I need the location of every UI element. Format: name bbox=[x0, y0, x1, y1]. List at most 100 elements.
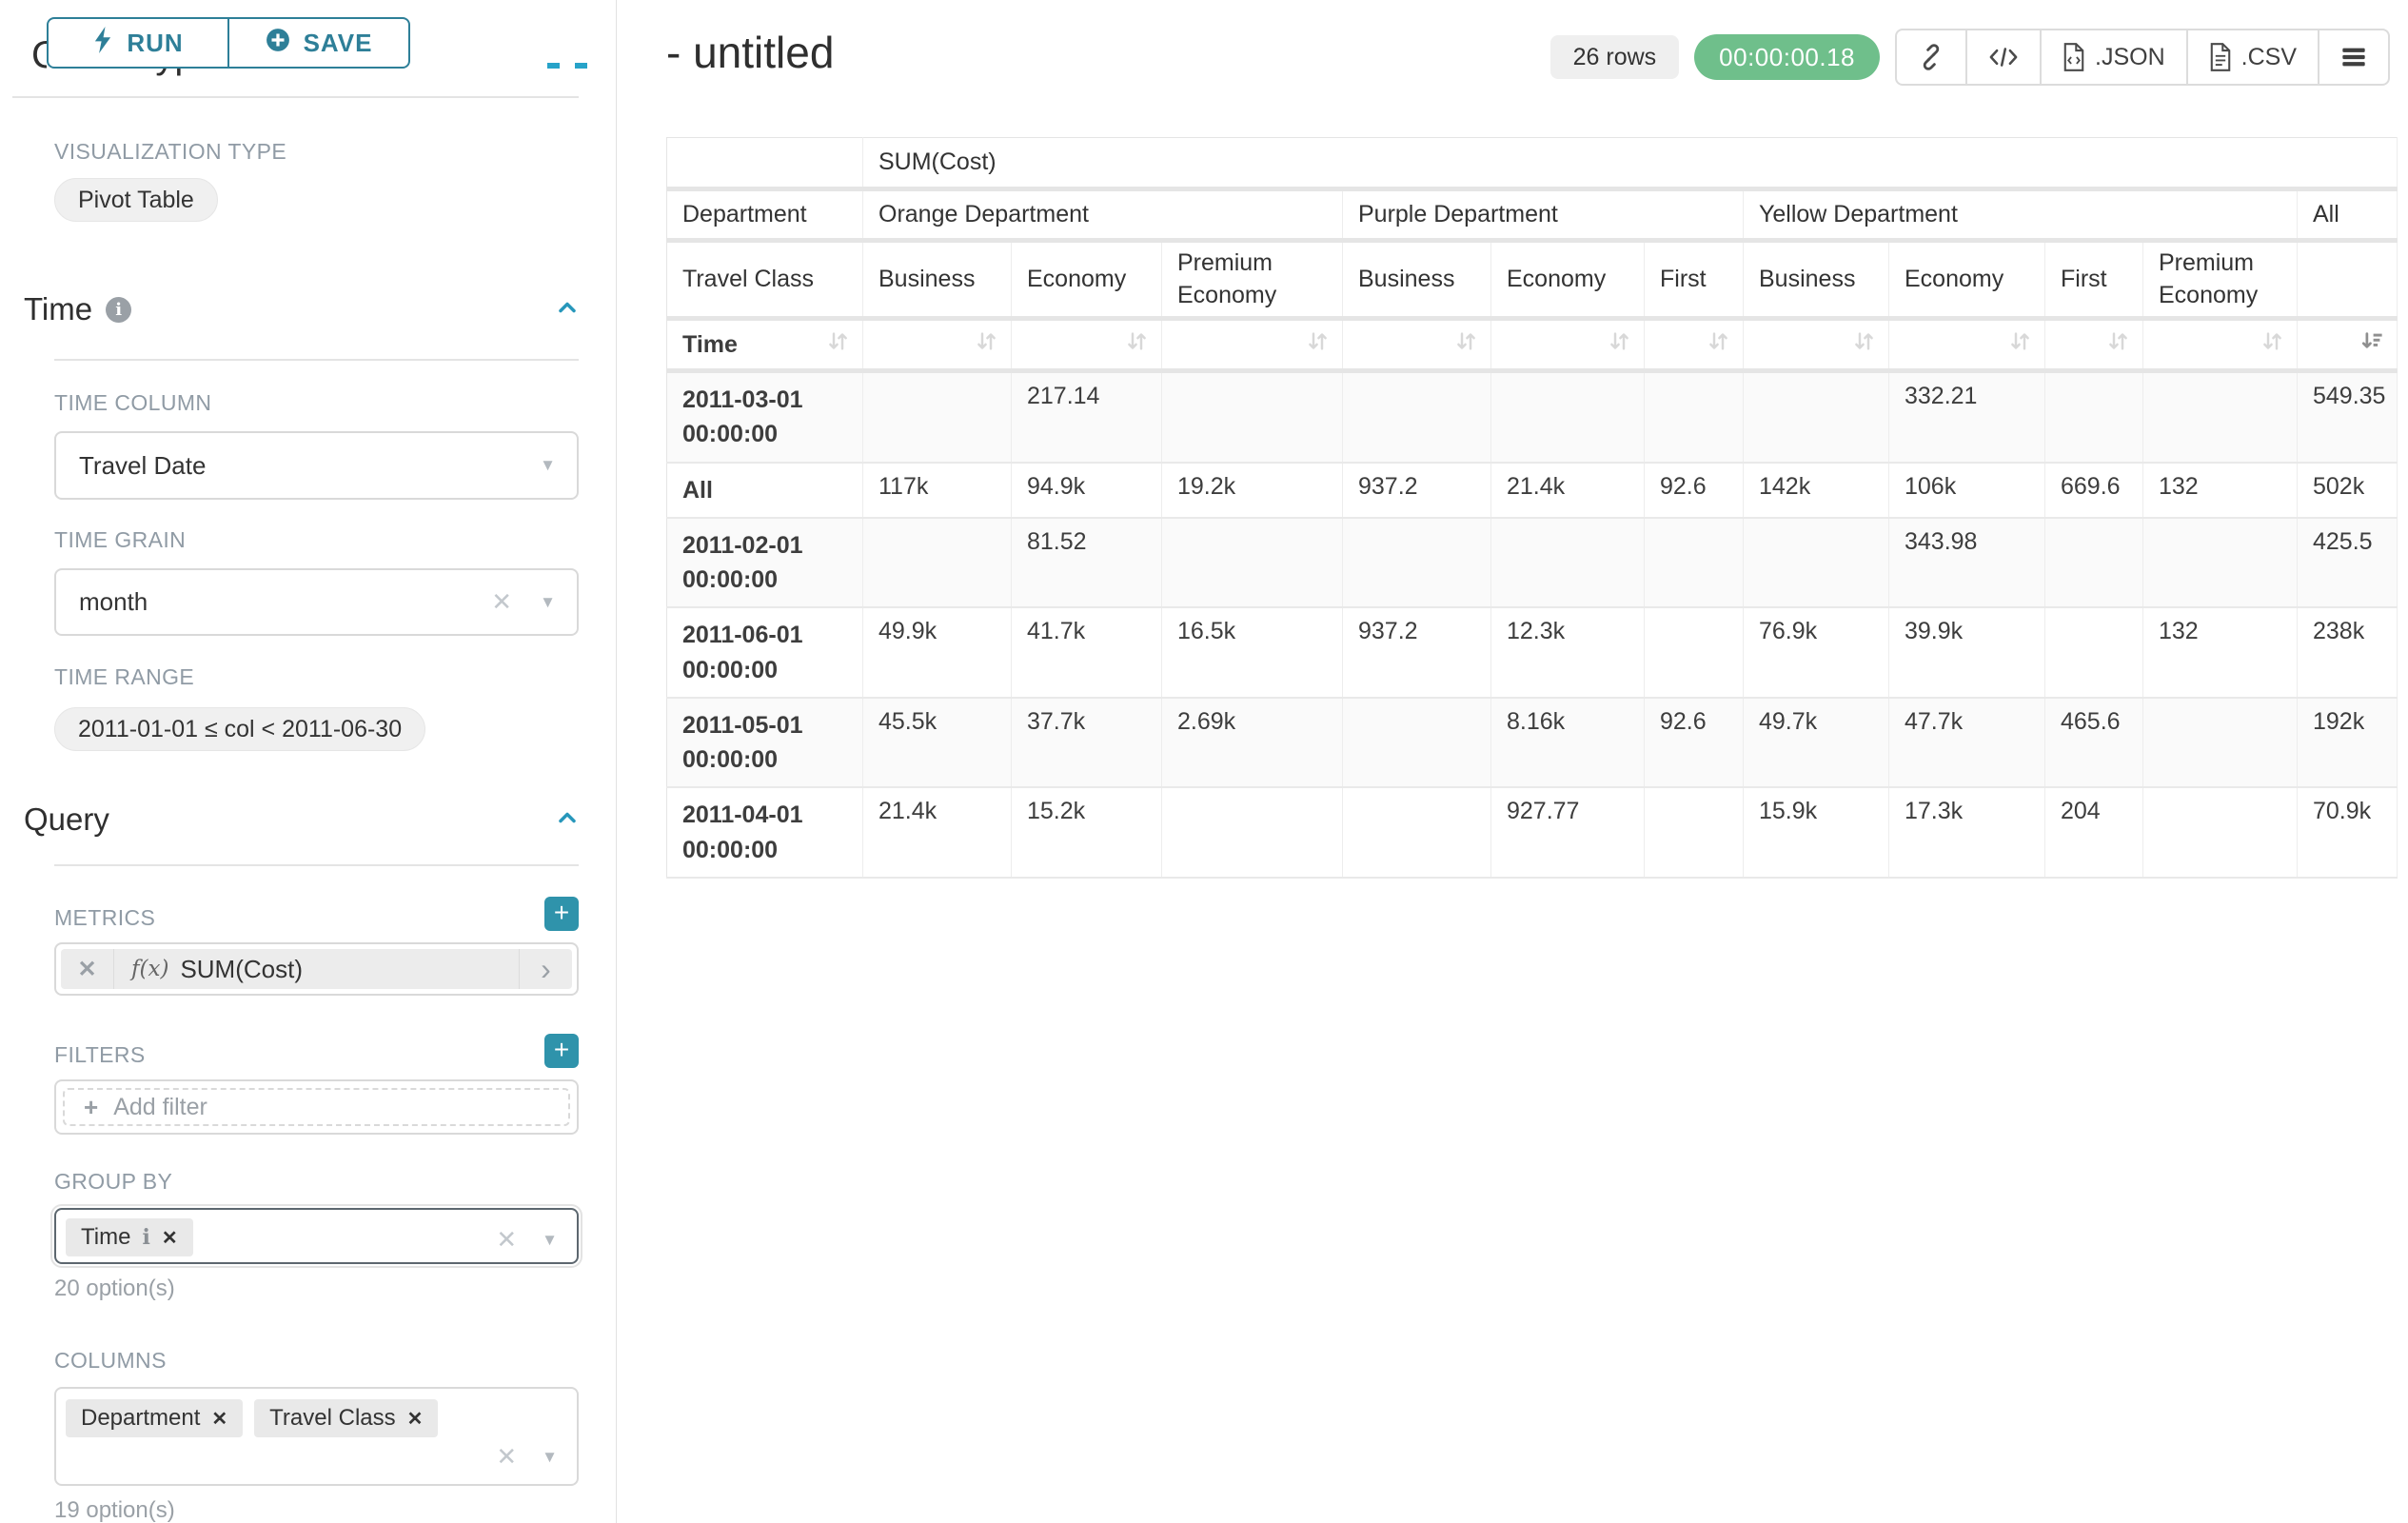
chevron-up-icon[interactable] bbox=[554, 294, 581, 326]
clear-icon[interactable]: ✕ bbox=[496, 1442, 517, 1472]
cell: 49.9k bbox=[863, 607, 1012, 698]
sort-icon bbox=[825, 328, 851, 361]
add-filter-plus-button[interactable]: + bbox=[544, 1034, 579, 1068]
view-query-button[interactable] bbox=[1967, 30, 2042, 84]
cell bbox=[2045, 371, 2143, 463]
cell: 465.6 bbox=[2045, 698, 2143, 788]
cell bbox=[2045, 518, 2143, 608]
chart-type-clipped-icons bbox=[547, 63, 587, 69]
cell bbox=[2143, 371, 2298, 463]
save-button[interactable]: SAVE bbox=[228, 17, 410, 69]
export-json-button[interactable]: .JSON bbox=[2042, 30, 2188, 84]
table-row: 2011-04-01 00:00:0021.4k15.2k927.7715.9k… bbox=[667, 787, 2398, 878]
visualization-type-label: VISUALIZATION TYPE bbox=[54, 139, 286, 165]
travel-class-header: Economy bbox=[1889, 241, 2045, 319]
more-options-button[interactable] bbox=[2319, 30, 2388, 84]
caret-down-icon[interactable]: ▼ bbox=[542, 1231, 558, 1250]
cell: 343.98 bbox=[1889, 518, 2045, 608]
columns-tag[interactable]: Travel Class ✕ bbox=[254, 1399, 438, 1437]
cell bbox=[1491, 518, 1645, 608]
table-row: 2011-02-01 00:00:0081.52343.98425.5 bbox=[667, 518, 2398, 608]
time-sort-header[interactable]: Time bbox=[667, 319, 863, 371]
time-column-select[interactable]: Travel Date ▼ bbox=[54, 431, 579, 500]
remove-metric-icon[interactable]: ✕ bbox=[61, 949, 114, 989]
cell bbox=[1162, 787, 1343, 878]
column-sort-header[interactable] bbox=[2143, 319, 2298, 371]
columns-tag[interactable]: Department ✕ bbox=[66, 1399, 243, 1437]
column-sort-header[interactable] bbox=[1889, 319, 2045, 371]
row-label: 2011-02-01 00:00:00 bbox=[667, 518, 863, 608]
clear-icon[interactable]: ✕ bbox=[491, 587, 512, 617]
cell: 37.7k bbox=[1012, 698, 1162, 788]
travel-class-header bbox=[2298, 241, 2398, 319]
export-csv-button[interactable]: .CSV bbox=[2188, 30, 2319, 84]
row-label: All bbox=[667, 463, 863, 518]
cell bbox=[1744, 518, 1889, 608]
group-by-tag[interactable]: Time i ✕ bbox=[66, 1218, 193, 1256]
lightning-icon bbox=[92, 27, 113, 60]
column-sort-header[interactable] bbox=[1491, 319, 1645, 371]
file-json-icon bbox=[2063, 43, 2085, 71]
cell: 106k bbox=[1889, 463, 2045, 518]
add-filter-button[interactable]: + Add filter bbox=[63, 1088, 570, 1126]
cell: 117k bbox=[863, 463, 1012, 518]
chevron-right-icon[interactable]: › bbox=[519, 949, 572, 989]
cell: 502k bbox=[2298, 463, 2398, 518]
function-icon: f(x) bbox=[131, 957, 168, 981]
time-section-header[interactable]: Time i bbox=[24, 291, 581, 327]
cell: 70.9k bbox=[2298, 787, 2398, 878]
group-by-select[interactable]: Time i ✕ ✕ ▼ bbox=[54, 1208, 579, 1264]
row-label: 2011-03-01 00:00:00 bbox=[667, 371, 863, 463]
travel-class-header: Premium Economy bbox=[1162, 241, 1343, 319]
cell: 16.5k bbox=[1162, 607, 1343, 698]
visualization-type-value[interactable]: Pivot Table bbox=[54, 178, 218, 222]
column-sort-header[interactable] bbox=[1012, 319, 1162, 371]
column-sort-header[interactable] bbox=[1645, 319, 1744, 371]
cell: 17.3k bbox=[1889, 787, 2045, 878]
time-column-label: TIME COLUMN bbox=[54, 390, 579, 416]
cell: 142k bbox=[1744, 463, 1889, 518]
info-icon: i bbox=[106, 297, 131, 323]
time-grain-select[interactable]: month ✕ ▼ bbox=[54, 568, 579, 636]
remove-tag-icon[interactable]: ✕ bbox=[407, 1407, 424, 1431]
cell bbox=[1645, 607, 1744, 698]
table-row: 2011-05-01 00:00:0045.5k37.7k2.69k8.16k9… bbox=[667, 698, 2398, 788]
column-sort-header[interactable] bbox=[863, 319, 1012, 371]
share-link-button[interactable] bbox=[1897, 30, 1967, 84]
column-sort-header[interactable] bbox=[1162, 319, 1343, 371]
column-sort-header[interactable] bbox=[1744, 319, 1889, 371]
cell: 21.4k bbox=[1491, 463, 1645, 518]
column-sort-header[interactable] bbox=[1343, 319, 1491, 371]
chart-title[interactable]: - untitled bbox=[666, 27, 834, 78]
cell: 45.5k bbox=[863, 698, 1012, 788]
cell: 81.52 bbox=[1012, 518, 1162, 608]
cell: 937.2 bbox=[1343, 607, 1491, 698]
department-group-header: All bbox=[2298, 189, 2398, 241]
cell: 94.9k bbox=[1012, 463, 1162, 518]
column-sort-header[interactable] bbox=[2045, 319, 2143, 371]
cell: 927.77 bbox=[1491, 787, 1645, 878]
query-section-header[interactable]: Query bbox=[24, 801, 581, 838]
row-label: 2011-04-01 00:00:00 bbox=[667, 787, 863, 878]
caret-down-icon[interactable]: ▼ bbox=[542, 1448, 558, 1467]
cell bbox=[2143, 698, 2298, 788]
run-button[interactable]: RUN bbox=[47, 17, 228, 69]
column-sort-header[interactable] bbox=[2298, 319, 2398, 371]
divider bbox=[12, 96, 579, 98]
chevron-up-icon[interactable] bbox=[554, 804, 581, 836]
table-row: 2011-06-01 00:00:0049.9k41.7k16.5k937.21… bbox=[667, 607, 2398, 698]
export-button-group: .JSON .CSV bbox=[1895, 29, 2390, 86]
clear-icon[interactable]: ✕ bbox=[496, 1225, 517, 1255]
time-range-value[interactable]: 2011-01-01 ≤ col < 2011-06-30 bbox=[54, 707, 425, 751]
metric-header: SUM(Cost) bbox=[863, 138, 2398, 189]
columns-select[interactable]: Department ✕ Travel Class ✕ ✕ ▼ bbox=[54, 1387, 579, 1486]
cell: 332.21 bbox=[1889, 371, 2045, 463]
remove-tag-icon[interactable]: ✕ bbox=[211, 1407, 227, 1431]
metric-pill[interactable]: ✕ f(x) SUM(Cost) › bbox=[61, 949, 572, 989]
add-metric-button[interactable]: + bbox=[544, 897, 579, 931]
cell: 217.14 bbox=[1012, 371, 1162, 463]
department-group-header: Purple Department bbox=[1343, 189, 1744, 241]
time-range-control: TIME RANGE 2011-01-01 ≤ col < 2011-06-30 bbox=[54, 664, 425, 751]
remove-tag-icon[interactable]: ✕ bbox=[162, 1226, 178, 1250]
cell bbox=[1162, 518, 1343, 608]
